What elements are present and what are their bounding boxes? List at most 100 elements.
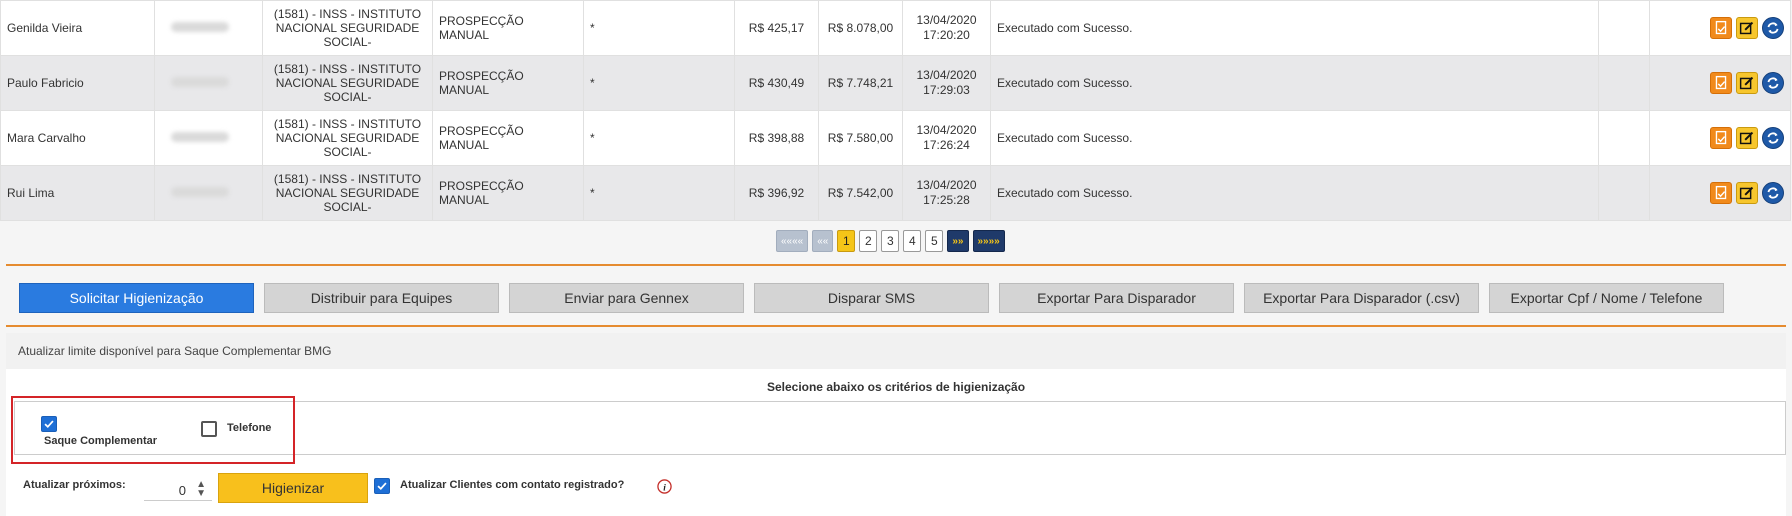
date-text: 13/04/2020 bbox=[916, 13, 977, 27]
svg-text:i: i bbox=[663, 483, 666, 493]
origin-cell: PROSPECÇÃO MANUAL bbox=[432, 55, 584, 111]
table-row[interactable]: Genilda Vieira (1581) - INSS - INSTITUTO N… bbox=[0, 0, 1791, 56]
datetime-cell: 13/04/2020 17:26:24 bbox=[902, 110, 991, 166]
status-cell: Executado com Sucesso. bbox=[990, 0, 1599, 56]
status-cell: Executado com Sucesso. bbox=[990, 55, 1599, 111]
disparar-sms-button[interactable]: Disparar SMS bbox=[754, 283, 989, 313]
organ-line: (1581) - INSS - INSTITUTO bbox=[273, 7, 422, 21]
criteria-title: Selecione abaixo os critérios de higieni… bbox=[766, 380, 1026, 394]
update-controls: Atualizar próximos: 0 ▲ ▼ Higienizar Atua… bbox=[0, 470, 1792, 510]
contato-registrado-checkbox[interactable] bbox=[374, 478, 390, 494]
blurred-cpf bbox=[171, 187, 229, 197]
empty-cell bbox=[1598, 55, 1650, 111]
document-check-icon[interactable] bbox=[1710, 127, 1732, 149]
edit-icon[interactable] bbox=[1736, 72, 1758, 94]
status-cell: Executado com Sucesso. bbox=[990, 110, 1599, 166]
info-icon[interactable]: i bbox=[657, 479, 672, 494]
pagination-page-3[interactable]: 3 bbox=[881, 230, 900, 252]
pagination-prev-button[interactable]: «« bbox=[812, 230, 834, 252]
installment-value-cell: R$ 425,17 bbox=[734, 0, 819, 56]
date-text: 13/04/2020 bbox=[916, 123, 977, 137]
organ-cell: (1581) - INSS - INSTITUTO NACIONAL SEGURI… bbox=[262, 110, 433, 166]
origin-cell: PROSPECÇÃO MANUAL bbox=[432, 0, 584, 56]
table-row[interactable]: Rui Lima (1581) - INSS - INSTITUTO NACIONA… bbox=[0, 165, 1791, 221]
document-check-icon[interactable] bbox=[1710, 72, 1732, 94]
origin-cell: PROSPECÇÃO MANUAL bbox=[432, 110, 584, 166]
empty-cell bbox=[1598, 0, 1650, 56]
criteria-highlight-box bbox=[11, 396, 295, 464]
cpf-cell bbox=[154, 165, 263, 221]
star-cell: * bbox=[583, 110, 735, 166]
organ-line: SOCIAL- bbox=[323, 145, 372, 159]
pagination-last-button[interactable]: »»»» bbox=[972, 230, 1005, 252]
datetime-cell: 13/04/2020 17:20:20 bbox=[902, 0, 991, 56]
empty-cell bbox=[1598, 110, 1650, 166]
pagination-page-1[interactable]: 1 bbox=[837, 230, 856, 252]
installment-value-cell: R$ 396,92 bbox=[734, 165, 819, 221]
time-text: 17:25:28 bbox=[923, 193, 970, 207]
results-table-wrapper: Genilda Vieira (1581) - INSS - INSTITUTO N… bbox=[0, 0, 1791, 221]
pagination-page-4[interactable]: 4 bbox=[903, 230, 922, 252]
edit-icon[interactable] bbox=[1736, 182, 1758, 204]
table-row[interactable]: Mara Carvalho (1581) - INSS - INSTITUTO NA… bbox=[0, 110, 1791, 166]
exportar-disparador-button[interactable]: Exportar Para Disparador bbox=[999, 283, 1234, 313]
organ-line: (1581) - INSS - INSTITUTO bbox=[273, 172, 422, 186]
datetime-cell: 13/04/2020 17:25:28 bbox=[902, 165, 991, 221]
star-cell: * bbox=[583, 55, 735, 111]
time-text: 17:20:20 bbox=[923, 28, 970, 42]
refresh-icon[interactable] bbox=[1762, 182, 1784, 204]
table-row[interactable]: Paulo Fabricio (1581) - INSS - INSTITUTO N… bbox=[0, 55, 1791, 111]
contato-registrado-label: Atualizar Clientes com contato registrad… bbox=[400, 479, 625, 491]
enviar-gennex-button[interactable]: Enviar para Gennex bbox=[509, 283, 744, 313]
row-actions-cell bbox=[1649, 165, 1791, 221]
organ-cell: (1581) - INSS - INSTITUTO NACIONAL SEGURI… bbox=[262, 0, 433, 56]
proximos-number-input[interactable]: 0 ▲ ▼ bbox=[144, 480, 212, 501]
limit-update-text: Atualizar limite disponível para Saque C… bbox=[18, 344, 332, 358]
refresh-icon[interactable] bbox=[1762, 72, 1784, 94]
stepper-arrows-icon[interactable]: ▲ ▼ bbox=[196, 480, 206, 499]
exportar-disparador-csv-button[interactable]: Exportar Para Disparador (.csv) bbox=[1244, 283, 1479, 313]
results-table: Genilda Vieira (1581) - INSS - INSTITUTO N… bbox=[0, 0, 1791, 221]
solicitar-higienizacao-button[interactable]: Solicitar Higienização bbox=[19, 283, 254, 313]
blurred-cpf bbox=[171, 22, 229, 32]
client-name-cell: Mara Carvalho bbox=[0, 110, 155, 166]
row-actions-cell bbox=[1649, 110, 1791, 166]
installment-value-cell: R$ 398,88 bbox=[734, 110, 819, 166]
organ-line: NACIONAL SEGURIDADE bbox=[275, 131, 420, 145]
origin-cell: PROSPECÇÃO MANUAL bbox=[432, 165, 584, 221]
organ-line: NACIONAL SEGURIDADE bbox=[275, 76, 420, 90]
exportar-cpf-nome-telefone-button[interactable]: Exportar Cpf / Nome / Telefone bbox=[1489, 283, 1724, 313]
action-toolbar: Solicitar Higienização Distribuir para E… bbox=[19, 283, 1724, 313]
client-name-cell: Genilda Vieira bbox=[0, 0, 155, 56]
time-text: 17:26:24 bbox=[923, 138, 970, 152]
limit-value-cell: R$ 7.580,00 bbox=[818, 110, 903, 166]
limit-value-cell: R$ 7.748,21 bbox=[818, 55, 903, 111]
higienizar-button[interactable]: Higienizar bbox=[218, 473, 368, 503]
organ-line: SOCIAL- bbox=[323, 90, 372, 104]
pagination-next-button[interactable]: »» bbox=[947, 230, 969, 252]
edit-icon[interactable] bbox=[1736, 127, 1758, 149]
document-check-icon[interactable] bbox=[1710, 182, 1732, 204]
date-text: 13/04/2020 bbox=[916, 178, 977, 192]
section-divider-bottom bbox=[6, 325, 1786, 327]
organ-cell: (1581) - INSS - INSTITUTO NACIONAL SEGURI… bbox=[262, 165, 433, 221]
pagination-page-5[interactable]: 5 bbox=[925, 230, 944, 252]
refresh-icon[interactable] bbox=[1762, 127, 1784, 149]
document-check-icon[interactable] bbox=[1710, 17, 1732, 39]
blurred-cpf bbox=[171, 77, 229, 87]
pagination-first-button[interactable]: «««« bbox=[776, 230, 809, 252]
row-actions-cell bbox=[1649, 0, 1791, 56]
organ-line: SOCIAL- bbox=[323, 35, 372, 49]
star-cell: * bbox=[583, 0, 735, 56]
limit-value-cell: R$ 7.542,00 bbox=[818, 165, 903, 221]
distribuir-equipes-button[interactable]: Distribuir para Equipes bbox=[264, 283, 499, 313]
date-text: 13/04/2020 bbox=[916, 68, 977, 82]
datetime-cell: 13/04/2020 17:29:03 bbox=[902, 55, 991, 111]
pagination-page-2[interactable]: 2 bbox=[859, 230, 878, 252]
edit-icon[interactable] bbox=[1736, 17, 1758, 39]
proximos-label: Atualizar próximos: bbox=[23, 479, 126, 491]
refresh-icon[interactable] bbox=[1762, 17, 1784, 39]
cpf-cell bbox=[154, 55, 263, 111]
checkmark-icon bbox=[377, 482, 387, 491]
organ-line: (1581) - INSS - INSTITUTO bbox=[273, 117, 422, 131]
